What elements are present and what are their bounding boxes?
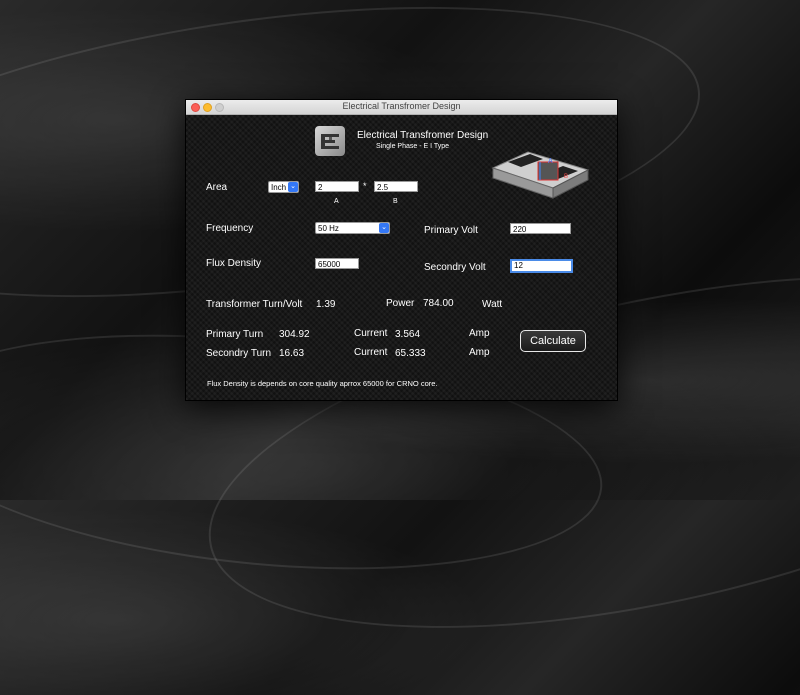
window-title: Electrical Transfromer Design [342, 101, 461, 111]
power-unit: Watt [482, 299, 503, 310]
chevron-down-icon: ⌄ [379, 223, 389, 233]
app-logo-icon [315, 126, 345, 156]
app-header-subtitle: Single Phase - E I Type [376, 143, 450, 150]
area-a-input[interactable]: 2 [315, 181, 359, 192]
ei-core-diagram: A B [488, 140, 593, 202]
area-unit-value: Inch [271, 183, 287, 192]
area-b-input[interactable]: 2.5 [374, 181, 418, 192]
area-times-sign: * [363, 181, 367, 191]
diagram-label-a: A [548, 158, 553, 165]
primary-current-unit: Amp [469, 328, 490, 339]
power-value: 784.00 [423, 298, 454, 309]
turn-volt-value: 1.39 [316, 299, 336, 310]
area-b-caption: B [393, 198, 398, 205]
frequency-select[interactable]: 50 Hz ⌄ [315, 222, 390, 234]
flux-density-input[interactable]: 65000 [315, 258, 359, 269]
primary-volt-input[interactable]: 220 [510, 223, 571, 234]
area-unit-select[interactable]: Inch ⌄ [268, 181, 299, 193]
primary-turn-value: 304.92 [279, 329, 310, 340]
primary-volt-label: Primary Volt [424, 225, 478, 236]
title-bar[interactable]: Electrical Transfromer Design [186, 100, 617, 115]
frequency-label: Frequency [206, 223, 254, 234]
secondary-turn-label: Secondry Turn [206, 348, 272, 359]
flux-density-note: Flux Density is depends on core quality … [207, 379, 438, 388]
secondary-current-label: Current [354, 347, 388, 358]
primary-current-label: Current [354, 328, 388, 339]
secondary-volt-input[interactable]: 12 [510, 259, 573, 273]
calculate-button[interactable]: Calculate [520, 330, 586, 352]
flux-density-label: Flux Density [206, 258, 262, 269]
chevron-down-icon: ⌄ [288, 182, 298, 192]
area-label: Area [206, 182, 228, 193]
frequency-value: 50 Hz [318, 224, 339, 233]
secondary-volt-label: Secondry Volt [424, 262, 486, 273]
app-header-title: Electrical Transfromer Design [357, 130, 489, 141]
secondary-current-unit: Amp [469, 347, 490, 358]
power-label: Power [386, 298, 415, 309]
primary-turn-label: Primary Turn [206, 329, 264, 340]
diagram-label-b: B [564, 174, 569, 180]
secondary-turn-value: 16.63 [279, 348, 305, 359]
primary-current-value: 3.564 [395, 329, 421, 340]
area-a-caption: A [334, 198, 339, 205]
secondary-current-value: 65.333 [395, 348, 426, 359]
turn-volt-label: Transformer Turn/Volt [206, 299, 303, 310]
